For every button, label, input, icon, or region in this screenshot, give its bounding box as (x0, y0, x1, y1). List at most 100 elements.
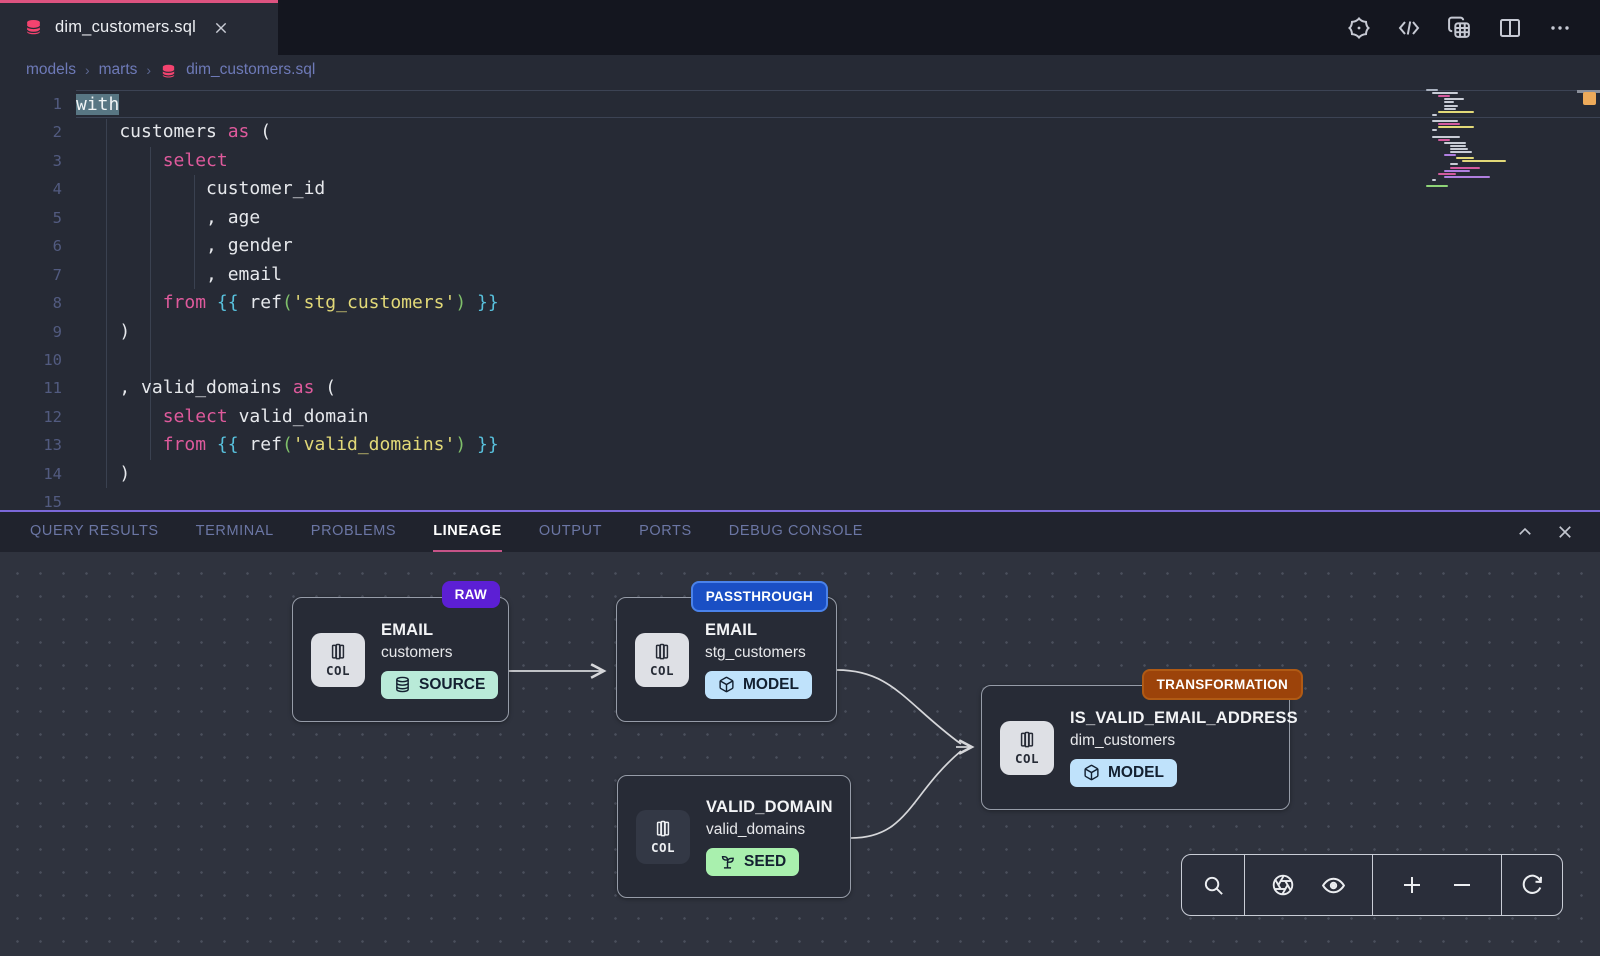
columns-icon (653, 819, 673, 839)
tab-lineage[interactable]: LINEAGE (433, 512, 502, 552)
node-subtitle: customers (381, 644, 453, 662)
tab-bar: dim_customers.sql (0, 0, 1600, 55)
column-type-box: COL (636, 810, 690, 864)
search-icon[interactable] (1202, 874, 1225, 897)
code-line: select (76, 147, 1600, 175)
badge-raw: RAW (442, 581, 500, 608)
code-icon[interactable] (1397, 16, 1421, 40)
line-number-gutter: 123456789101112131415 (0, 85, 76, 510)
breadcrumb-models[interactable]: models (26, 61, 76, 79)
code-line: , valid_domains as ( (76, 374, 1600, 402)
code-line: customers as ( (76, 118, 1600, 146)
tab-dim-customers[interactable]: dim_customers.sql (0, 0, 278, 55)
node-title: VALID_DOMAIN (706, 798, 833, 817)
line-number: 14 (0, 460, 76, 488)
breadcrumb-marts[interactable]: marts (99, 61, 138, 79)
minimap-line (1426, 89, 1438, 91)
minimap-line (1438, 173, 1456, 175)
node-title: EMAIL (381, 621, 433, 640)
zoom-in-icon[interactable] (1400, 873, 1424, 897)
close-icon[interactable] (214, 21, 228, 35)
copy-table-icon[interactable] (1447, 15, 1472, 40)
minimap-line (1432, 179, 1436, 181)
minimap-line (1444, 170, 1470, 172)
breadcrumb-file[interactable]: dim_customers.sql (186, 61, 315, 79)
tab-problems[interactable]: PROBLEMS (311, 512, 396, 552)
minimap-line (1432, 129, 1437, 131)
tab-debug-console[interactable]: DEBUG CONSOLE (729, 512, 863, 552)
bottom-panel-tabs: QUERY RESULTS TERMINAL PROBLEMS LINEAGE … (0, 510, 1600, 552)
line-number: 10 (0, 346, 76, 374)
minimap-line (1444, 98, 1464, 100)
more-actions-icon[interactable] (1548, 16, 1572, 40)
line-number: 3 (0, 147, 76, 175)
code-line: from {{ ref('valid_domains') }} (76, 431, 1600, 459)
minimap-line (1444, 108, 1456, 110)
minimap-line (1426, 185, 1448, 187)
database-icon (160, 63, 177, 80)
code-line: ) (76, 460, 1600, 488)
minimap-line (1462, 160, 1506, 162)
tag-model: MODEL (705, 671, 812, 699)
code-line: , email (76, 261, 1600, 289)
code-line: from {{ ref('stg_customers') }} (76, 289, 1600, 317)
lineage-node-customers[interactable]: RAW COL EMAIL customers SOURCE (292, 597, 509, 722)
node-subtitle: dim_customers (1070, 732, 1175, 750)
code-line: ) (76, 318, 1600, 346)
line-number: 9 (0, 318, 76, 346)
close-icon[interactable] (1556, 523, 1574, 541)
tab-ports[interactable]: PORTS (639, 512, 692, 552)
line-number: 7 (0, 261, 76, 289)
line-number: 15 (0, 488, 76, 510)
dbt-icon[interactable] (1347, 16, 1371, 40)
tab-terminal[interactable]: TERMINAL (196, 512, 274, 552)
aperture-icon[interactable] (1271, 873, 1295, 897)
column-type-box: COL (311, 633, 365, 687)
zoom-out-icon[interactable] (1450, 873, 1474, 897)
minimap-line (1456, 157, 1474, 159)
node-title: IS_VALID_EMAIL_ADDRESS (1070, 709, 1298, 728)
line-number: 13 (0, 431, 76, 459)
sprout-icon (719, 853, 736, 870)
badge-passthrough: PASSTHROUGH (691, 581, 828, 612)
minimap-line (1432, 120, 1458, 122)
minimap-line (1444, 105, 1458, 107)
line-number: 2 (0, 118, 76, 146)
chevron-right-icon: › (85, 62, 90, 78)
lineage-node-stg-customers[interactable]: PASSTHROUGH COL EMAIL stg_customers MODE… (616, 597, 837, 722)
refresh-icon[interactable] (1520, 873, 1544, 897)
minimap-line (1432, 92, 1458, 94)
code-line: select valid_domain (76, 403, 1600, 431)
code-line (76, 346, 1600, 374)
lineage-node-dim-customers[interactable]: TRANSFORMATION COL IS_VALID_EMAIL_ADDRES… (981, 685, 1290, 810)
minimap-line (1438, 139, 1450, 141)
minimap-line (1450, 151, 1472, 153)
line-number: 6 (0, 232, 76, 260)
scrollbar-marker (1583, 92, 1596, 105)
code-editor[interactable]: 123456789101112131415 with customers as … (0, 85, 1600, 510)
minimap-line (1444, 154, 1456, 156)
minimap[interactable] (1424, 89, 1546, 185)
minimap-line (1438, 123, 1460, 125)
tag-source: SOURCE (381, 671, 498, 699)
line-number: 11 (0, 374, 76, 402)
eye-icon[interactable] (1321, 873, 1346, 898)
line-number: 5 (0, 204, 76, 232)
minimap-line (1438, 95, 1450, 97)
column-type-box: COL (1000, 721, 1054, 775)
database-icon (394, 676, 411, 693)
columns-icon (1017, 730, 1037, 750)
columns-icon (652, 642, 672, 662)
line-number: 4 (0, 175, 76, 203)
tab-output[interactable]: OUTPUT (539, 512, 602, 552)
editor-actions (1347, 0, 1600, 55)
tab-query-results[interactable]: QUERY RESULTS (30, 512, 159, 552)
tag-model: MODEL (1070, 759, 1177, 787)
collapse-icon[interactable] (1516, 523, 1534, 541)
database-icon (24, 18, 43, 37)
node-title: EMAIL (705, 621, 757, 640)
lineage-node-valid-domains[interactable]: COL VALID_DOMAIN valid_domains SEED (617, 775, 851, 898)
split-editor-icon[interactable] (1498, 16, 1522, 40)
lineage-canvas[interactable]: RAW COL EMAIL customers SOURCE PASSTHROU… (0, 552, 1600, 956)
minimap-line (1432, 114, 1437, 116)
